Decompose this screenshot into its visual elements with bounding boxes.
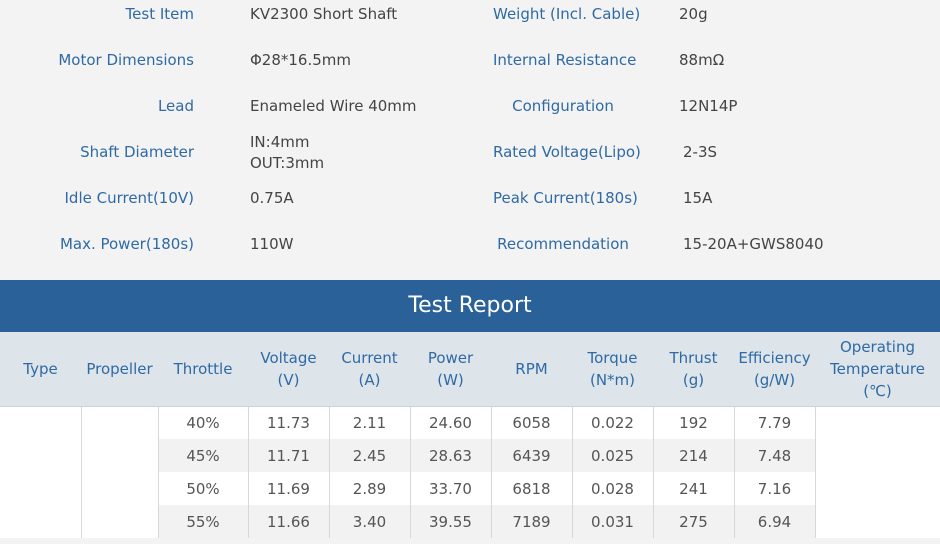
table-cell: 192	[652, 406, 734, 439]
column-header-rpm: RPM	[491, 332, 572, 407]
table-cell: 2.89	[328, 472, 410, 505]
column-header-temperature: Operating Temperature (℃)	[815, 332, 940, 407]
column-header-throttle: Throttle	[158, 332, 248, 407]
table-cell: 11.69	[247, 472, 329, 505]
table-cell: 275	[652, 505, 734, 538]
table-cell: 6818	[490, 472, 572, 505]
table-cell: 6439	[490, 439, 572, 472]
column-header-current: Current (A)	[329, 332, 410, 407]
spec-label: Rated Voltage(Lipo)	[493, 143, 641, 161]
column-header-power: Power (W)	[410, 332, 491, 407]
table-cell: 39.55	[409, 505, 491, 538]
spec-label: Motor Dimensions	[58, 51, 194, 69]
spec-value: 12N14P	[679, 97, 738, 115]
table-cell: 0.022	[571, 406, 653, 439]
table-cell: 6.94	[733, 505, 815, 538]
spec-value: 0.75A	[250, 189, 294, 207]
spec-value: 15A	[683, 189, 713, 207]
table-header-row: Type Propeller Throttle Voltage (V) Curre…	[0, 332, 940, 407]
spec-label: Configuration	[512, 97, 614, 115]
spec-value: IN:4mm	[250, 133, 310, 151]
table-cell: 11.73	[247, 406, 329, 439]
table-cell: 7.16	[733, 472, 815, 505]
spec-row: Motor Dimensions Φ28*16.5mm Internal Res…	[0, 46, 940, 92]
spec-label: Lead	[157, 97, 194, 115]
spec-label: Test Item	[125, 5, 194, 23]
table-cell: 3.40	[328, 505, 410, 538]
report-title: Test Report	[408, 293, 532, 318]
spec-value: OUT:3mm	[250, 154, 325, 172]
spec-label: Weight (Incl. Cable)	[493, 5, 641, 23]
spec-row: Idle Current(10V) 0.75A Peak Current(180…	[0, 184, 940, 230]
table-cell: 0.025	[571, 439, 653, 472]
table-row: 40% 11.73 2.11 24.60 6058 0.022 192 7.79	[0, 406, 940, 538]
column-header-propeller: Propeller	[81, 332, 158, 407]
column-header-thrust: Thrust (g)	[653, 332, 734, 407]
specs-section: Test Item KV2300 Short Shaft Weight (Inc…	[0, 0, 940, 280]
table-cell: 33.70	[409, 472, 491, 505]
spec-label: Recommendation	[497, 235, 629, 253]
spec-row: Max. Power(180s) 110W Recommendation 15-…	[0, 230, 940, 276]
spec-row: Shaft Diameter IN:4mm OUT:3mm Rated Volt…	[0, 133, 940, 184]
table-cell: 11.66	[247, 505, 329, 538]
table-cell: 7189	[490, 505, 572, 538]
column-header-type: Type	[0, 332, 81, 407]
table-cell: 50%	[157, 472, 248, 505]
table-cell: 7.48	[733, 439, 815, 472]
spec-label: Idle Current(10V)	[64, 189, 195, 207]
table-cell: 0.028	[571, 472, 653, 505]
table-cell: 7.79	[733, 406, 815, 439]
table-cell: 11.71	[247, 439, 329, 472]
table-cell: 2.45	[328, 439, 410, 472]
table-cell: 45%	[157, 439, 248, 472]
table-cell: 28.63	[409, 439, 491, 472]
spec-value: 2-3S	[683, 143, 718, 161]
column-header-voltage: Voltage (V)	[248, 332, 329, 407]
table-cell: 6058	[490, 406, 572, 439]
table-cell: 24.60	[409, 406, 491, 439]
table-cell: 0.031	[571, 505, 653, 538]
spec-label: Max. Power(180s)	[59, 235, 194, 253]
test-report-table: Type Propeller Throttle Voltage (V) Curre…	[0, 332, 940, 538]
spec-label: Peak Current(180s)	[493, 189, 638, 207]
spec-row: Test Item KV2300 Short Shaft Weight (Inc…	[0, 0, 940, 46]
column-header-torque: Torque (N*m)	[572, 332, 653, 407]
table-cell: 40%	[157, 406, 248, 439]
column-header-efficiency: Efficiency (g/W)	[734, 332, 815, 407]
table-cell: 241	[652, 472, 734, 505]
spec-value: 88mΩ	[679, 51, 725, 69]
spec-value: Φ28*16.5mm	[250, 51, 352, 69]
temperature-cell	[814, 406, 940, 538]
report-header: Test Report	[0, 280, 940, 332]
type-cell	[0, 406, 81, 538]
spec-value: Enameled Wire 40mm	[250, 97, 417, 115]
table-cell: 214	[652, 439, 734, 472]
spec-label: Shaft Diameter	[80, 143, 194, 161]
table-cell: 55%	[157, 505, 248, 538]
spec-label: Internal Resistance	[493, 51, 637, 69]
spec-value: KV2300 Short Shaft	[250, 5, 398, 23]
spec-value: 110W	[250, 235, 294, 253]
propeller-cell	[80, 406, 158, 538]
table-cell: 2.11	[328, 406, 410, 439]
spec-value: 20g	[679, 5, 708, 23]
spec-value: 15-20A+GWS8040	[683, 235, 824, 253]
spec-row: Lead Enameled Wire 40mm Configuration 12…	[0, 92, 940, 138]
